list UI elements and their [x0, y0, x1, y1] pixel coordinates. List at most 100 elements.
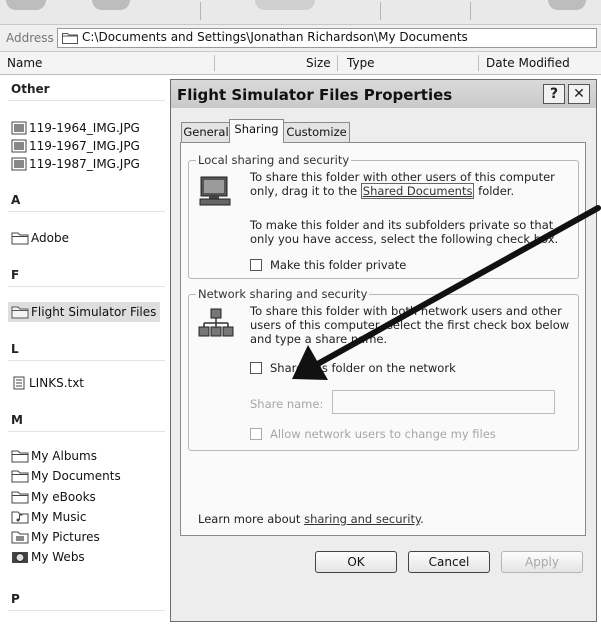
- views-button[interactable]: [548, 0, 586, 10]
- sharing-security-link[interactable]: sharing and security: [304, 512, 420, 526]
- list-item[interactable]: My Documents: [11, 469, 121, 483]
- list-item-selected[interactable]: Flight Simulator Files: [11, 305, 156, 319]
- list-item-label: Adobe: [31, 231, 69, 245]
- tab-general[interactable]: General: [181, 122, 231, 142]
- list-item-label: Flight Simulator Files: [31, 305, 157, 319]
- list-item-label: My Albums: [31, 449, 97, 463]
- list-item-label: 119-1987_IMG.JPG: [29, 157, 140, 171]
- share-on-network-label[interactable]: Share this folder on the network: [270, 361, 456, 375]
- column-name[interactable]: Name: [7, 56, 42, 70]
- dialog-titlebar[interactable]: Flight Simulator Files Properties ? ✕: [171, 80, 596, 108]
- column-type[interactable]: Type: [347, 56, 375, 70]
- network-text-line3: and type a share name.: [250, 332, 388, 346]
- allow-change-checkbox[interactable]: [250, 428, 262, 440]
- list-item[interactable]: My Music: [11, 510, 86, 524]
- ok-button[interactable]: OK: [315, 551, 397, 573]
- group-header-f: F: [11, 268, 20, 282]
- column-size[interactable]: Size: [306, 56, 331, 70]
- search-button[interactable]: [255, 0, 315, 10]
- column-divider[interactable]: [478, 55, 479, 71]
- tab-customize[interactable]: Customize: [283, 122, 350, 142]
- cancel-button[interactable]: Cancel: [408, 551, 490, 573]
- allow-change-label[interactable]: Allow network users to change my files: [270, 427, 496, 441]
- toolbar-divider: [200, 2, 201, 20]
- close-icon: ✕: [573, 86, 585, 102]
- list-item[interactable]: 119-1964_IMG.JPG: [11, 121, 140, 135]
- share-name-label: Share name:: [250, 397, 324, 411]
- list-item-label: 119-1964_IMG.JPG: [29, 121, 140, 135]
- network-sharing-text: To share this folder with both network u…: [250, 304, 569, 346]
- list-item[interactable]: My Pictures: [11, 530, 100, 544]
- list-item[interactable]: My eBooks: [11, 490, 96, 504]
- network-text-line2: users of this computer, select the first…: [250, 318, 570, 332]
- private-text-line2: only you have access, select the followi…: [250, 232, 559, 246]
- apply-button[interactable]: Apply: [501, 551, 583, 573]
- list-item-label: My Documents: [31, 469, 121, 483]
- list-item[interactable]: My Albums: [11, 449, 97, 463]
- list-item-label: My Music: [31, 510, 87, 524]
- computer-icon: [199, 176, 231, 206]
- group-header-other: Other: [11, 82, 50, 96]
- group-divider: [8, 610, 165, 611]
- help-icon: ?: [549, 86, 559, 102]
- private-text-line1: To make this folder and its subfolders p…: [250, 218, 554, 232]
- help-button[interactable]: ?: [543, 84, 565, 104]
- close-button[interactable]: ✕: [568, 84, 590, 104]
- share-on-network-checkbox[interactable]: [250, 362, 262, 374]
- group-divider: [8, 431, 165, 432]
- network-icon: [198, 308, 234, 337]
- address-label: Address: [6, 31, 54, 45]
- folder-icon: [11, 232, 29, 245]
- text-file-icon: [13, 376, 25, 390]
- tab-sharing[interactable]: Sharing: [229, 119, 284, 143]
- local-sharing-line2-suffix: folder.: [474, 184, 515, 198]
- column-divider[interactable]: [214, 55, 215, 71]
- learn-more-prefix: Learn more about: [198, 512, 305, 526]
- column-divider[interactable]: [337, 55, 338, 71]
- list-item[interactable]: Adobe: [11, 231, 69, 245]
- list-item[interactable]: My Webs: [11, 550, 85, 564]
- list-item[interactable]: 119-1967_IMG.JPG: [11, 139, 140, 153]
- dialog-title: Flight Simulator Files Properties: [177, 86, 453, 104]
- music-folder-icon: [11, 511, 29, 524]
- list-item-label: 119-1967_IMG.JPG: [29, 139, 140, 153]
- pictures-folder-icon: [11, 531, 29, 544]
- network-text-line1: To share this folder with both network u…: [250, 304, 562, 318]
- dialog-body: General Sharing Customize Local sharing …: [171, 108, 596, 621]
- forward-button[interactable]: [92, 0, 130, 10]
- image-file-icon: [11, 157, 27, 171]
- globe-folder-icon: [12, 552, 28, 563]
- group-header-p: P: [11, 592, 20, 606]
- properties-dialog: Flight Simulator Files Properties ? ✕ Ge…: [170, 79, 597, 622]
- network-sharing-legend: Network sharing and security: [198, 287, 368, 301]
- list-item-label: My Pictures: [31, 530, 100, 544]
- address-input[interactable]: C:\Documents and Settings\Jonathan Richa…: [57, 28, 597, 48]
- local-sharing-legend: Local sharing and security: [198, 153, 350, 167]
- column-header: Name Size Type Date Modified: [0, 52, 601, 75]
- column-date-modified[interactable]: Date Modified: [486, 56, 570, 70]
- folder-icon: [11, 450, 29, 463]
- toolbar-divider: [380, 2, 381, 20]
- list-item-label: My eBooks: [31, 490, 96, 504]
- list-item[interactable]: 119-1987_IMG.JPG: [11, 157, 140, 171]
- list-item-label: LINKS.txt: [29, 376, 85, 390]
- shared-documents-link[interactable]: Shared Documents: [360, 183, 475, 199]
- group-divider: [8, 100, 165, 101]
- local-sharing-line2: only, drag it to the Shared Documents fo…: [250, 183, 555, 199]
- image-file-icon: [11, 121, 27, 135]
- private-text: To make this folder and its subfolders p…: [250, 218, 558, 246]
- group-header-m: M: [11, 413, 23, 427]
- learn-more-text: Learn more about sharing and security.: [198, 512, 424, 526]
- make-private-label[interactable]: Make this folder private: [270, 258, 406, 272]
- back-button[interactable]: [6, 0, 46, 10]
- toolbar-divider: [470, 2, 471, 20]
- local-sharing-line1: To share this folder with other users of…: [250, 170, 555, 184]
- share-name-input[interactable]: [332, 390, 555, 414]
- folder-icon: [11, 491, 29, 504]
- make-private-checkbox[interactable]: [250, 259, 262, 271]
- address-path: C:\Documents and Settings\Jonathan Richa…: [82, 30, 468, 44]
- list-item[interactable]: LINKS.txt: [11, 376, 84, 390]
- folder-icon: [11, 470, 29, 483]
- local-sharing-line2-prefix: only, drag it to the: [250, 184, 361, 198]
- folder-icon: [62, 33, 78, 44]
